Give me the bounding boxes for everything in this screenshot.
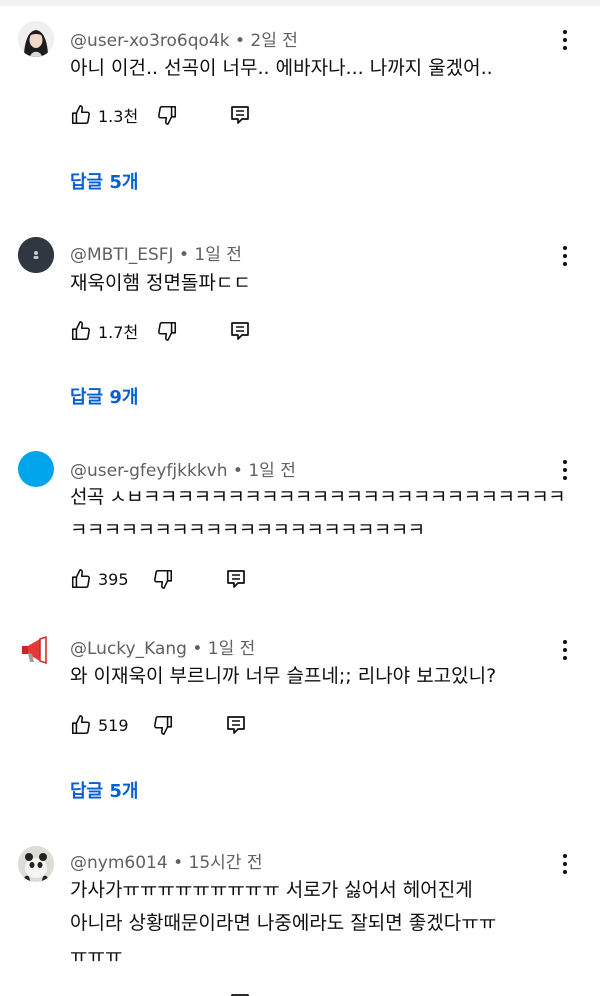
comment-meta: @user-xo3ro6qo4k • 2일 전 <box>70 26 298 51</box>
megaphone-icon <box>22 635 47 665</box>
reply-button[interactable] <box>226 564 246 594</box>
avatar-image <box>18 21 54 57</box>
thumbs-down-icon <box>154 715 173 735</box>
meta-separator: • <box>234 31 251 51</box>
more-options-button[interactable] <box>554 456 576 484</box>
like-count: 395 <box>98 569 129 589</box>
thumbs-up-icon <box>71 105 90 125</box>
avatar[interactable] <box>18 237 54 273</box>
thumbs-down-icon <box>154 569 173 589</box>
comment-author[interactable]: @Lucky_Kang <box>70 639 187 659</box>
like-button[interactable]: 519 <box>70 710 129 740</box>
comment-author[interactable]: @nym6014 <box>70 853 168 873</box>
meta-separator: • <box>192 639 208 659</box>
meta-separator: • <box>173 853 189 873</box>
reply-button[interactable] <box>226 710 246 740</box>
reply-button[interactable] <box>230 316 250 346</box>
view-replies-button[interactable]: 답글 9개 <box>70 383 138 409</box>
comment-line: ㅋㅋㅋㅋㅋㅋㅋㅋㅋㅋㅋㅋㅋㅋㅋㅋㅋㅋㅋㅋㅋ <box>70 519 425 541</box>
like-button[interactable]: 1.7천 <box>70 316 138 346</box>
avatar-image <box>18 846 54 882</box>
reply-button[interactable] <box>230 100 250 130</box>
comment-actions: 395 <box>70 564 370 594</box>
thumbs-up-icon <box>71 321 90 341</box>
view-replies-button[interactable]: 답글 5개 <box>70 168 138 194</box>
avatar[interactable] <box>18 632 54 668</box>
reply-icon <box>231 322 249 340</box>
like-count: 1.7천 <box>98 323 139 342</box>
comment-line: ㅠㅠㅠ <box>70 945 123 967</box>
comment-text: 와 이재욱이 부르니까 너무 슬프네;; 리나야 보고있니? <box>70 660 570 693</box>
comment-actions: 1.3천 <box>70 100 370 130</box>
view-replies-button[interactable]: 답글 5개 <box>70 777 138 803</box>
comment-author[interactable]: @user-gfeyfjkkkvh <box>70 461 228 481</box>
comment-time: 1일 전 <box>194 245 242 265</box>
comment-time: 1일 전 <box>248 461 296 481</box>
comment-line: 아니 이건.. 선곡이 너무.. 에바자나... 나까지 울겠어.. <box>70 57 493 79</box>
dislike-button[interactable] <box>156 100 178 130</box>
like-button[interactable]: 1.3천 <box>70 100 138 130</box>
avatar[interactable] <box>18 846 54 882</box>
more-vertical-icon <box>563 640 567 644</box>
more-vertical-icon <box>563 246 567 250</box>
meta-separator: • <box>178 245 195 265</box>
comment-meta: @user-gfeyfjkkkvh • 1일 전 <box>70 456 296 481</box>
dislike-button[interactable] <box>152 710 174 740</box>
comment-line: 재욱이햄 정면돌파ㄷㄷ <box>70 272 251 294</box>
avatar[interactable] <box>18 21 54 57</box>
reply-button[interactable] <box>230 988 250 996</box>
reply-icon <box>227 570 245 588</box>
comment-time: 15시간 전 <box>188 853 263 873</box>
comment-author[interactable]: @user-xo3ro6qo4k <box>70 31 230 51</box>
avatar[interactable] <box>18 451 54 487</box>
comment-text: 선곡 ㅅㅂㅋㅋㅋㅋㅋㅋㅋㅋㅋㅋㅋㅋㅋㅋㅋㅋㅋㅋㅋㅋㅋㅋㅋㅋㅋ ㅋㅋㅋㅋㅋㅋㅋㅋㅋ… <box>70 481 570 547</box>
thumbs-up-icon <box>71 715 90 735</box>
comment-line: 선곡 ㅅㅂㅋㅋㅋㅋㅋㅋㅋㅋㅋㅋㅋㅋㅋㅋㅋㅋㅋㅋㅋㅋㅋㅋㅋㅋㅋ <box>70 486 566 508</box>
dislike-button[interactable] <box>152 564 174 594</box>
thumbs-down-icon <box>158 105 177 125</box>
comment-actions: 1.7천 <box>70 316 370 346</box>
comment-actions: 519 <box>70 710 370 740</box>
more-options-button[interactable] <box>554 26 576 54</box>
comment-author[interactable]: @MBTI_ESFJ <box>70 245 174 265</box>
comment-time: 1일 전 <box>207 639 256 659</box>
comment-line: 와 이재욱이 부르니까 너무 슬프네;; 리나야 보고있니? <box>70 665 497 687</box>
like-count: 1.3천 <box>98 107 139 126</box>
comment-time: 2일 전 <box>250 31 298 51</box>
reply-icon <box>227 716 245 734</box>
meta-separator: • <box>232 461 249 481</box>
comment-text: 가사가ㅠㅠㅠㅠㅠㅠㅠㅠㅠ 서로가 싫어서 헤어진게 아니라 상황때문이라면 나중… <box>70 874 570 973</box>
comment-line: 아니라 상황때문이라면 나중에라도 잘되면 좋겠다ㅠㅠ <box>70 912 497 934</box>
thumbs-down-icon <box>158 321 177 341</box>
comment-meta: @MBTI_ESFJ • 1일 전 <box>70 240 242 265</box>
more-vertical-icon <box>563 460 567 464</box>
comment-text: 재욱이햄 정면돌파ㄷㄷ <box>70 267 570 300</box>
comment-line: 가사가ㅠㅠㅠㅠㅠㅠㅠㅠㅠ 서로가 싫어서 헤어진게 <box>70 879 473 901</box>
default-avatar-icon <box>18 237 54 273</box>
comment-actions <box>70 988 370 996</box>
more-vertical-icon <box>563 854 567 858</box>
dislike-button[interactable] <box>156 316 178 346</box>
like-button[interactable]: 395 <box>70 564 129 594</box>
more-vertical-icon <box>563 30 567 34</box>
comment-text: 아니 이건.. 선곡이 너무.. 에바자나... 나까지 울겠어.. <box>70 52 570 85</box>
comment-meta: @nym6014 • 15시간 전 <box>70 848 262 873</box>
like-count: 519 <box>98 715 129 735</box>
top-divider <box>0 0 600 6</box>
thumbs-up-icon <box>71 569 90 589</box>
more-options-button[interactable] <box>554 242 576 270</box>
comment-meta: @Lucky_Kang • 1일 전 <box>70 634 255 659</box>
reply-icon <box>231 106 249 124</box>
